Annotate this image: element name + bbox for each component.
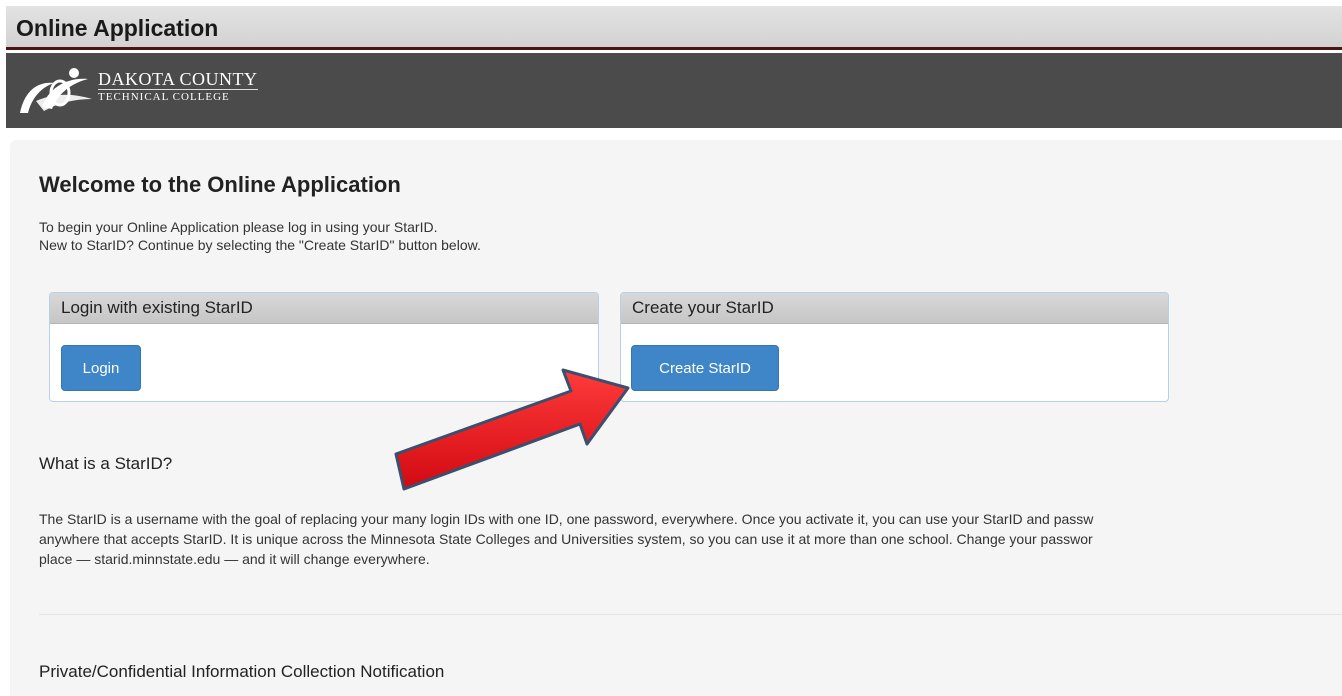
page-title: Welcome to the Online Application: [39, 172, 401, 197]
privacy-notification-heading: Private/Confidential Information Collect…: [39, 662, 445, 681]
college-name-line2: TECHNICAL COLLEGE: [98, 89, 258, 104]
login-panel-title: Login with existing StarID: [50, 293, 598, 324]
create-panel-title: Create your StarID: [621, 293, 1168, 324]
section-divider: [39, 614, 1342, 615]
app-title-bar: Online Application: [6, 6, 1342, 50]
intro-line-2: New to StarID? Continue by selecting the…: [39, 237, 481, 253]
starid-description: The StarID is a username with the goal o…: [39, 509, 1342, 569]
college-name: DAKOTA COUNTY TECHNICAL COLLEGE: [98, 69, 258, 104]
main-content: Welcome to the Online Application To beg…: [10, 140, 1342, 696]
starid-description-line-1: The StarID is a username with the goal o…: [39, 511, 1094, 527]
create-starid-button[interactable]: Create StarID: [631, 345, 779, 391]
intro-text: To begin your Online Application please …: [39, 218, 481, 254]
what-is-starid-heading: What is a StarID?: [39, 454, 173, 473]
starid-description-line-2: anywhere that accepts StarID. It is uniq…: [39, 531, 1093, 547]
create-starid-panel: Create your StarID Create StarID: [620, 292, 1169, 402]
dctc-swoosh-logo-icon: [20, 68, 92, 113]
login-button[interactable]: Login: [61, 345, 141, 391]
red-arrow-icon: [394, 368, 630, 491]
college-brand-bar: DAKOTA COUNTY TECHNICAL COLLEGE: [6, 53, 1342, 128]
starid-description-line-3: place — starid.minnstate.edu — and it wi…: [39, 551, 430, 567]
college-name-line1: DAKOTA COUNTY: [98, 69, 258, 89]
intro-line-1: To begin your Online Application please …: [39, 219, 438, 235]
app-title: Online Application: [16, 15, 219, 41]
